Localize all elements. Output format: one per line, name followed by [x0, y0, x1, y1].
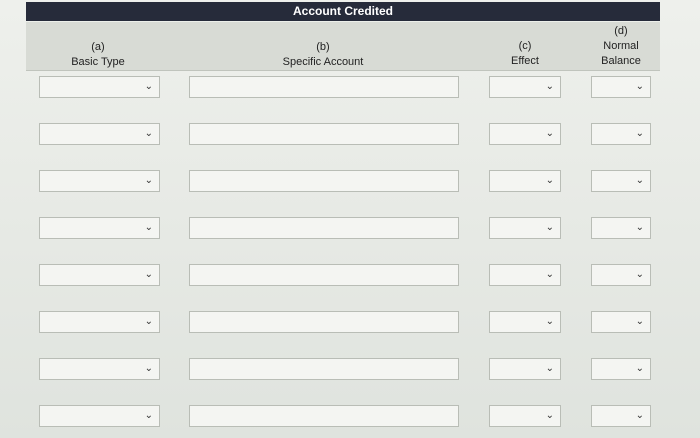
normal-balance-select[interactable]: ⌄	[591, 217, 651, 239]
effect-select[interactable]: ⌄	[489, 217, 561, 239]
chevron-down-icon: ⌄	[635, 316, 644, 327]
basic-type-select[interactable]: ⌄	[39, 311, 160, 333]
chevron-down-icon: ⌄	[144, 363, 153, 374]
basic-type-select[interactable]: ⌄	[39, 170, 160, 192]
column-letter-c: (c)	[518, 40, 532, 52]
specific-account-input[interactable]	[189, 311, 459, 333]
chevron-down-icon: ⌄	[545, 363, 554, 374]
basic-type-select[interactable]: ⌄	[39, 405, 160, 427]
basic-type-select[interactable]: ⌄	[39, 264, 160, 286]
normal-balance-select[interactable]: ⌄	[591, 170, 651, 192]
chevron-down-icon: ⌄	[545, 128, 554, 139]
effect-select[interactable]: ⌄	[489, 76, 561, 98]
column-header-basic-type: (a) Basic Type	[38, 40, 158, 70]
chevron-down-icon: ⌄	[635, 128, 644, 139]
normal-balance-select[interactable]: ⌄	[591, 311, 651, 333]
column-header-effect: (c) Effect	[488, 39, 562, 69]
journal-entry-page: Account Credited (a) Basic Type (b) Spec…	[0, 0, 700, 438]
chevron-down-icon: ⌄	[144, 410, 153, 421]
chevron-down-icon: ⌄	[545, 410, 554, 421]
effect-select[interactable]: ⌄	[489, 358, 561, 380]
chevron-down-icon: ⌄	[545, 81, 554, 92]
column-label-specific-account: Specific Account	[282, 56, 364, 68]
chevron-down-icon: ⌄	[545, 175, 554, 186]
column-label-normal: Normal	[603, 40, 639, 52]
chevron-down-icon: ⌄	[545, 316, 554, 327]
normal-balance-select[interactable]: ⌄	[591, 358, 651, 380]
basic-type-select[interactable]: ⌄	[39, 123, 160, 145]
column-header-normal-balance: (d) Normal Balance	[588, 24, 654, 69]
specific-account-input[interactable]	[189, 405, 459, 427]
account-credited-header: Account Credited	[26, 2, 660, 21]
specific-account-input[interactable]	[189, 217, 459, 239]
chevron-down-icon: ⌄	[144, 81, 153, 92]
chevron-down-icon: ⌄	[635, 222, 644, 233]
chevron-down-icon: ⌄	[635, 363, 644, 374]
normal-balance-select[interactable]: ⌄	[591, 264, 651, 286]
chevron-down-icon: ⌄	[635, 175, 644, 186]
chevron-down-icon: ⌄	[144, 316, 153, 327]
chevron-down-icon: ⌄	[545, 269, 554, 280]
chevron-down-icon: ⌄	[635, 269, 644, 280]
basic-type-select[interactable]: ⌄	[39, 358, 160, 380]
column-letter-a: (a)	[91, 41, 105, 53]
effect-select[interactable]: ⌄	[489, 264, 561, 286]
normal-balance-select[interactable]: ⌄	[591, 76, 651, 98]
column-letter-d: (d)	[614, 25, 628, 37]
specific-account-input[interactable]	[189, 264, 459, 286]
effect-select[interactable]: ⌄	[489, 405, 561, 427]
chevron-down-icon: ⌄	[635, 410, 644, 421]
chevron-down-icon: ⌄	[144, 269, 153, 280]
column-label-balance: Balance	[601, 55, 641, 67]
specific-account-input[interactable]	[189, 358, 459, 380]
basic-type-select[interactable]: ⌄	[39, 76, 160, 98]
effect-select[interactable]: ⌄	[489, 123, 561, 145]
chevron-down-icon: ⌄	[635, 81, 644, 92]
specific-account-input[interactable]	[189, 76, 459, 98]
column-header-specific-account: (b) Specific Account	[188, 40, 458, 70]
normal-balance-select[interactable]: ⌄	[591, 405, 651, 427]
chevron-down-icon: ⌄	[144, 175, 153, 186]
specific-account-input[interactable]	[189, 123, 459, 145]
normal-balance-select[interactable]: ⌄	[591, 123, 651, 145]
effect-select[interactable]: ⌄	[489, 311, 561, 333]
column-label-effect: Effect	[511, 55, 539, 67]
column-letter-b: (b)	[316, 41, 330, 53]
basic-type-select[interactable]: ⌄	[39, 217, 160, 239]
specific-account-input[interactable]	[189, 170, 459, 192]
chevron-down-icon: ⌄	[545, 222, 554, 233]
chevron-down-icon: ⌄	[144, 128, 153, 139]
chevron-down-icon: ⌄	[144, 222, 153, 233]
effect-select[interactable]: ⌄	[489, 170, 561, 192]
column-label-basic-type: Basic Type	[71, 56, 125, 68]
